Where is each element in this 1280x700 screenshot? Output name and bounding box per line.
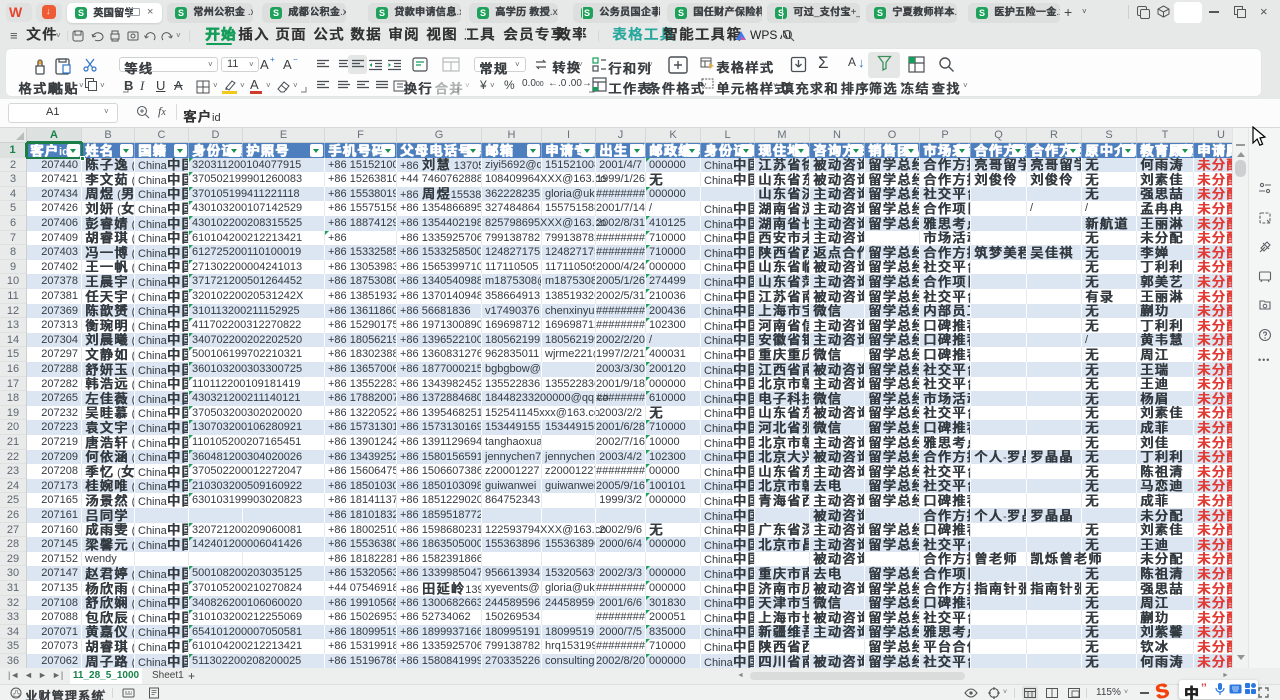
svg-text:凸: 凸 [13,690,20,698]
